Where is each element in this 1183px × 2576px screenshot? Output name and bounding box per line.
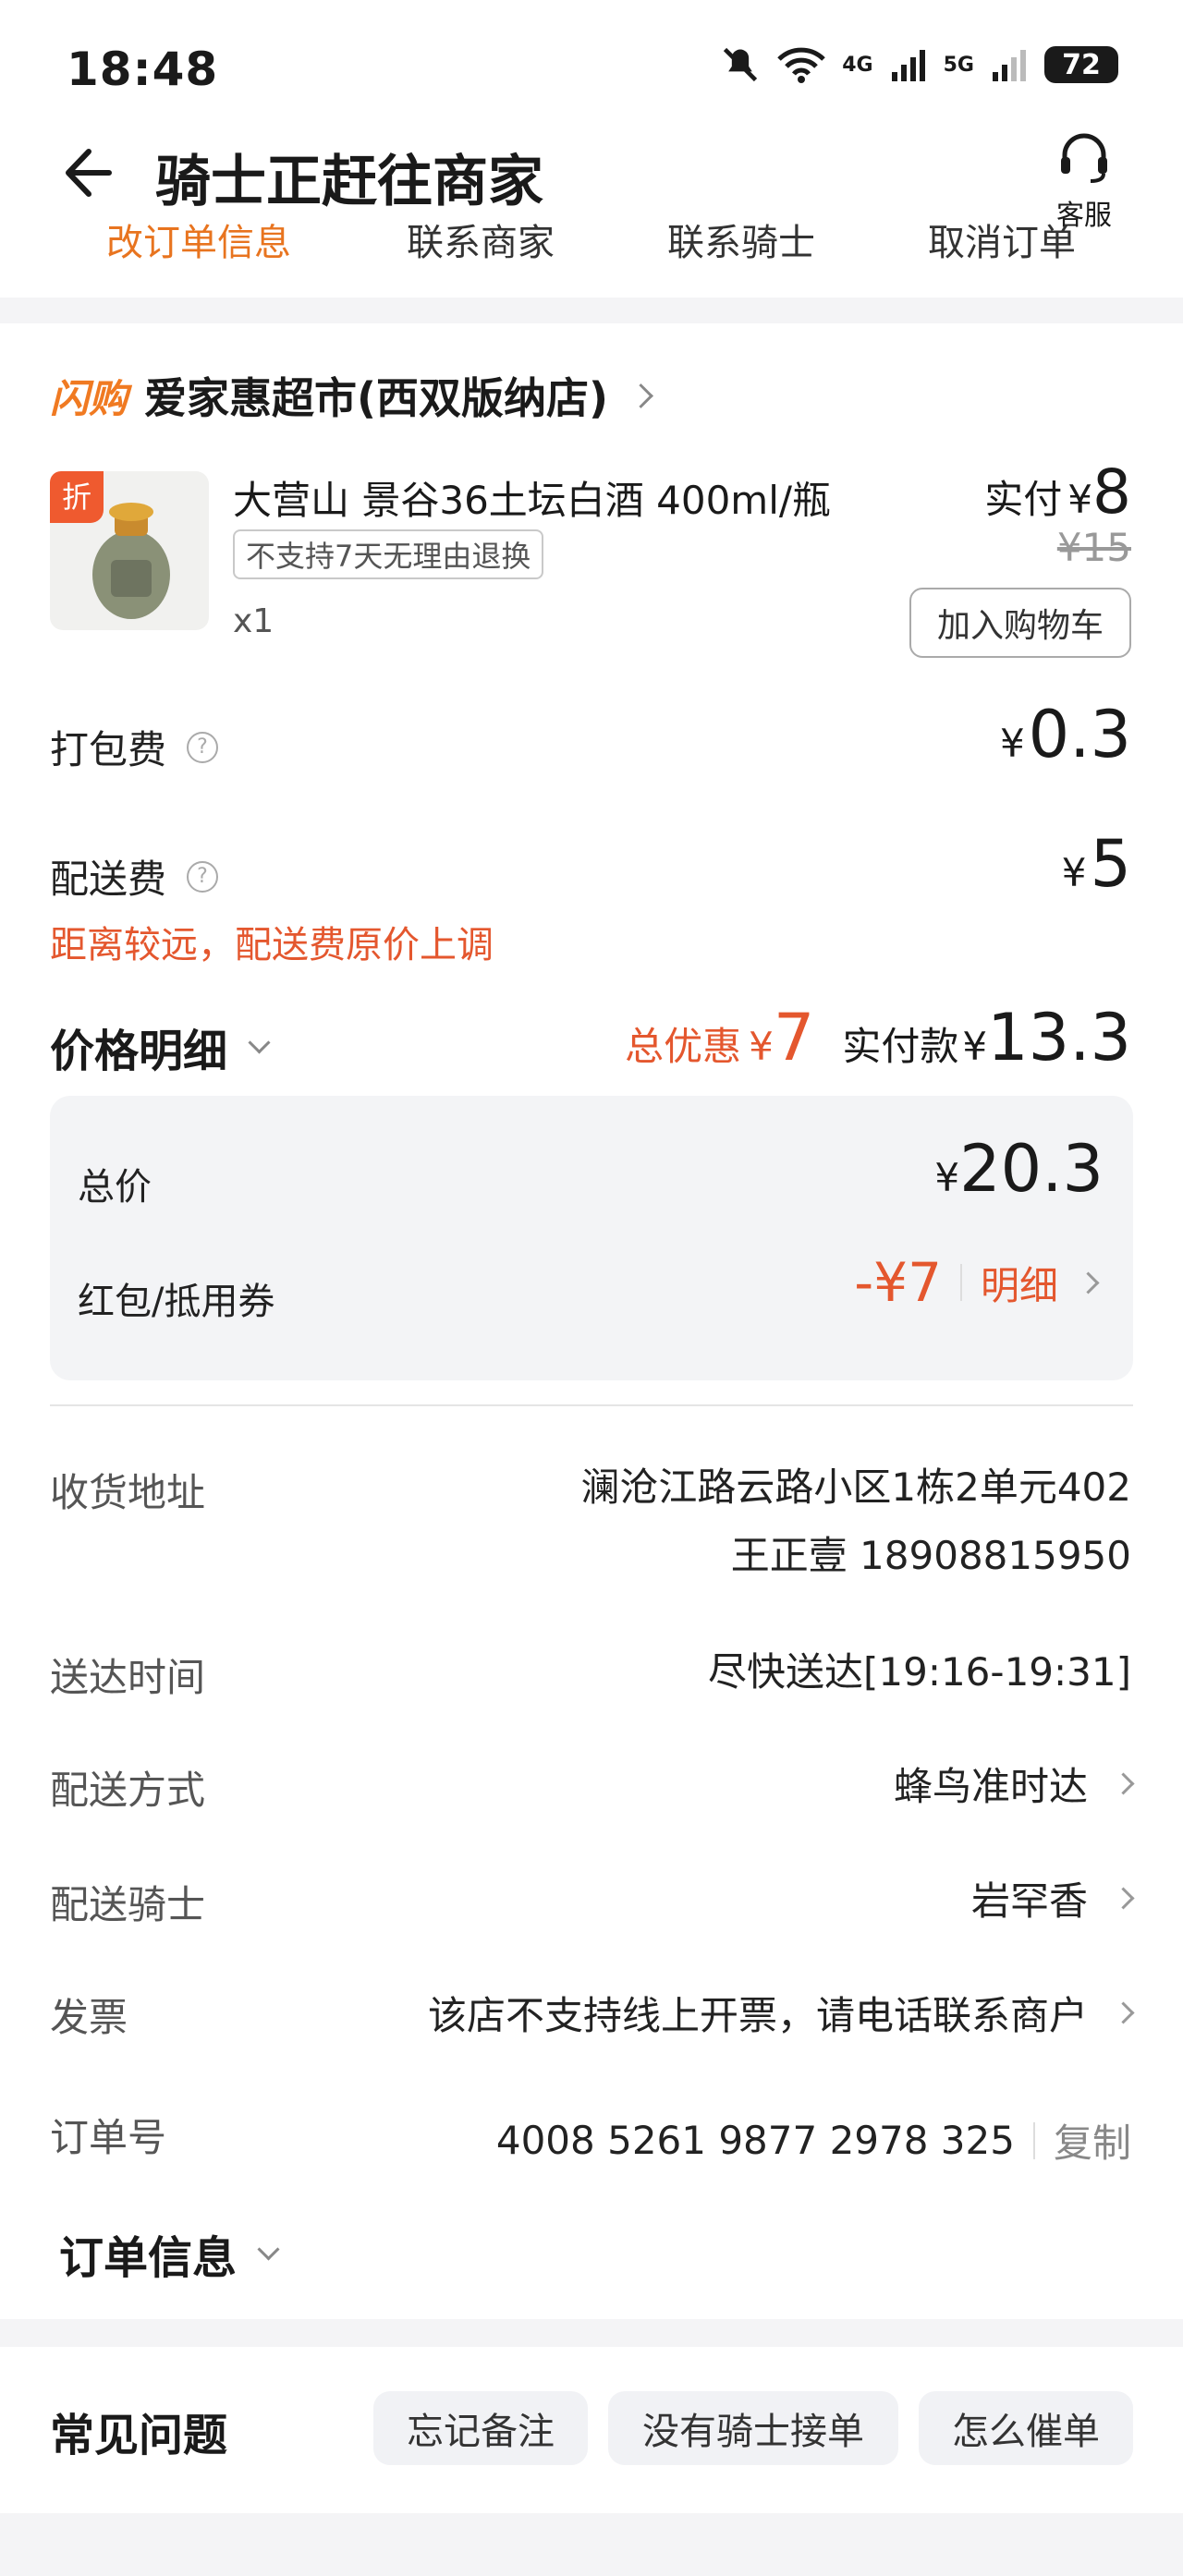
discount-tag: 折: [50, 471, 104, 523]
tab-contact-shop[interactable]: 联系商家: [407, 214, 555, 262]
paid-total-value: 13.3: [987, 1000, 1131, 1075]
return-policy-tag: 不支持7天无理由退换: [233, 529, 544, 579]
delivery-method-value: 蜂鸟准时达: [893, 1764, 1088, 1809]
delivery-fee-amount: 5: [1090, 826, 1131, 902]
rider-label: 配送骑士: [50, 1882, 206, 1927]
delivery-fee-label: 配送费: [50, 857, 167, 902]
delivery-time-label: 送达时间: [50, 1655, 206, 1700]
divider: [959, 1264, 962, 1301]
help-icon[interactable]: ?: [187, 860, 219, 893]
chevron-right-icon: [1112, 1887, 1135, 1910]
wifi-icon: [777, 47, 826, 83]
faq-chip-forgot-note[interactable]: 忘记备注: [373, 2391, 588, 2465]
packing-fee-amount: 0.3: [1028, 697, 1131, 772]
delivery-method-row[interactable]: 蜂鸟准时达: [893, 1756, 1135, 1812]
chevron-right-icon: [1077, 1270, 1100, 1294]
address-label: 收货地址: [50, 1470, 206, 1515]
order-number-value: 4008 5261 9877 2978 325: [495, 2118, 1015, 2163]
tab-modify-order[interactable]: 改订单信息: [106, 214, 291, 262]
price-detail-toggle[interactable]: 价格明细: [50, 1015, 271, 1079]
invoice-value: 该店不支持线上开票，请电话联系商户: [427, 1993, 1088, 2038]
network-4g-label: 4G: [842, 53, 873, 77]
paid-total-label: 实付款: [842, 1024, 959, 1069]
status-icons: 4G 5G 72: [720, 44, 1118, 85]
divider: [1032, 2121, 1035, 2159]
chevron-right-icon: [1112, 1772, 1135, 1795]
yen-symbol: ¥: [999, 721, 1025, 766]
signal-icon: [891, 50, 925, 81]
chevron-down-icon: [257, 2237, 280, 2261]
delivery-time-value: 尽快送达[19:16-19:31]: [707, 1649, 1131, 1695]
tab-cancel-order[interactable]: 取消订单: [928, 214, 1076, 262]
tab-contact-rider[interactable]: 联系骑士: [667, 214, 815, 262]
price-summary: 总优惠 ¥ 7 实付款 ¥ 13.3: [625, 1000, 1131, 1075]
page-title: 骑士正赶往商家: [155, 150, 543, 214]
signal-icon-2: [993, 50, 1026, 81]
original-price: ¥15: [1056, 525, 1131, 570]
chevron-down-icon: [248, 1030, 271, 1054]
yen-symbol: ¥: [934, 1155, 960, 1200]
order-number-label: 订单号: [50, 2115, 167, 2160]
coupon-value: -¥7: [854, 1251, 942, 1314]
shop-header[interactable]: 闪购 爱家惠超市(西双版纳店): [50, 365, 653, 426]
faq-title: 常见问题: [50, 2410, 228, 2461]
product-name[interactable]: 大营山 景谷36土坛白酒 400ml/瓶: [233, 469, 831, 526]
yen-symbol: ¥: [962, 1024, 988, 1069]
coupon-label: 红包/抵用券: [78, 1281, 275, 1323]
battery-indicator: 72: [1044, 46, 1118, 83]
total-discount-value: 7: [773, 1000, 815, 1075]
shop-name: 爱家惠超市(西双版纳店): [144, 373, 609, 423]
total-price-value: ¥ 20.3: [934, 1131, 1104, 1207]
section-divider: [50, 1404, 1133, 1406]
faq-chip-no-rider[interactable]: 没有骑士接单: [608, 2391, 898, 2465]
yen-symbol: ¥: [1067, 477, 1092, 522]
yen-symbol: ¥: [1061, 850, 1087, 895]
address-line1: 澜沧江路云路小区1栋2单元402: [580, 1464, 1131, 1510]
back-arrow-icon[interactable]: [52, 140, 116, 205]
yen-symbol: ¥: [749, 1024, 774, 1069]
total-price-label: 总价: [78, 1166, 152, 1209]
product-quantity: x1: [233, 602, 274, 640]
copy-button[interactable]: 复制: [1054, 2112, 1131, 2169]
delivery-fee-value: ¥ 5: [1062, 826, 1131, 902]
total-discount-label: 总优惠: [625, 1024, 742, 1069]
packing-fee-value: ¥ 0.3: [1000, 697, 1131, 772]
paid-label: 实付: [984, 477, 1063, 522]
chevron-right-icon: [628, 383, 653, 408]
order-number-row: 4008 5261 9877 2978 325 复制: [496, 2112, 1131, 2169]
rider-row[interactable]: 岩罕香: [970, 1870, 1135, 1926]
packing-fee-label: 打包费: [50, 727, 167, 772]
delivery-fee-warning: 距离较远，配送费原价上调: [50, 924, 494, 966]
price-detail-box: 总价 ¥ 20.3 红包/抵用券 -¥7 明细: [50, 1096, 1133, 1380]
invoice-label: 发票: [50, 1995, 128, 2040]
order-info-title: 订单信息: [59, 2232, 238, 2284]
price-detail-title: 价格明细: [50, 1026, 228, 1077]
add-to-cart-button[interactable]: 加入购物车: [909, 588, 1131, 658]
rider-value: 岩罕香: [970, 1878, 1088, 1924]
status-time: 18:48: [67, 43, 219, 96]
total-price-amount: 20.3: [959, 1131, 1104, 1207]
delivery-fee-row: 配送费 ?: [50, 848, 219, 905]
coupon-detail-link[interactable]: 明细: [981, 1255, 1058, 1311]
order-info-toggle[interactable]: 订单信息: [59, 2221, 280, 2286]
paid-value: 8: [1092, 456, 1131, 528]
coupon-row-right[interactable]: -¥7 明细: [854, 1251, 1100, 1314]
headset-icon: [1061, 133, 1107, 183]
packing-fee-row: 打包费 ?: [50, 719, 219, 775]
action-tabs: 改订单信息 联系商家 联系骑士 取消订单: [0, 214, 1183, 262]
help-icon[interactable]: ?: [187, 731, 219, 763]
network-5g-label: 5G: [943, 53, 974, 77]
flash-purchase-badge: 闪购: [50, 375, 128, 421]
mute-icon: [724, 47, 758, 82]
chevron-right-icon: [1112, 2001, 1135, 2024]
product-paid-price: 实付 ¥ 8: [984, 456, 1131, 528]
address-line2: 王正壹 18908815950: [730, 1533, 1131, 1578]
faq-chip-urge-order[interactable]: 怎么催单: [919, 2391, 1133, 2465]
delivery-method-label: 配送方式: [50, 1768, 206, 1813]
invoice-row[interactable]: 该店不支持线上开票，请电话联系商户: [427, 1985, 1135, 2041]
